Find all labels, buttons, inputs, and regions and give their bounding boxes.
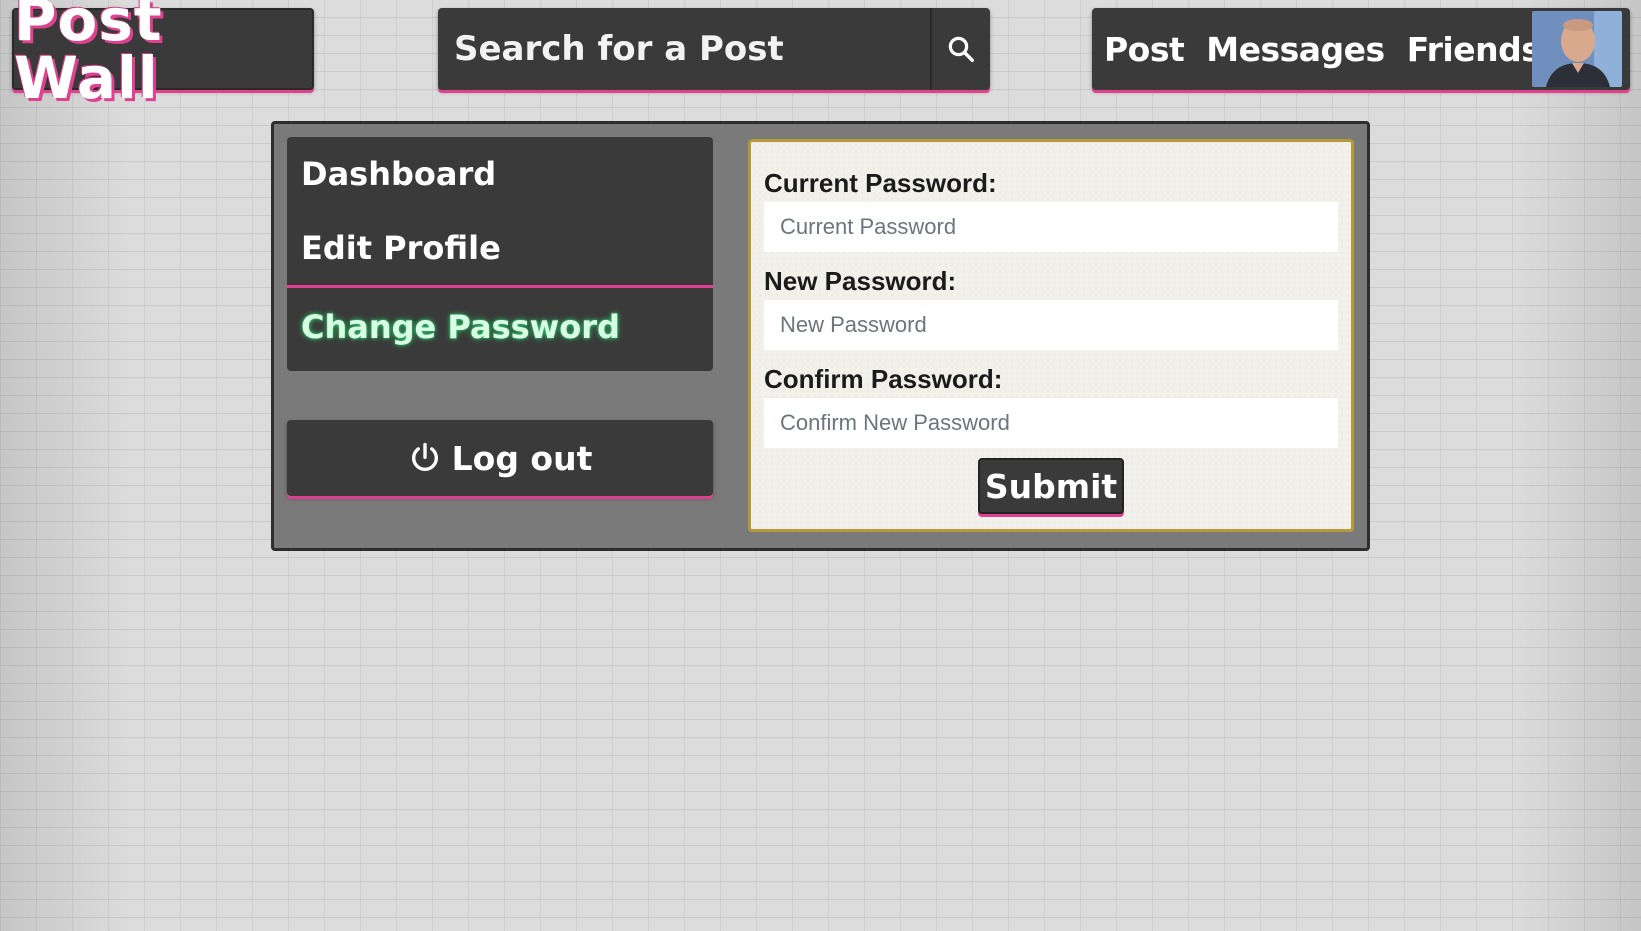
confirm-password-input[interactable] (764, 398, 1338, 448)
new-password-label: New Password: (764, 266, 957, 296)
confirm-password-label: Confirm Password: (764, 364, 1003, 394)
nav-post-link[interactable]: Post (1104, 30, 1185, 69)
search-icon (948, 36, 974, 62)
change-password-form: Current Password: New Password: Confirm … (748, 139, 1354, 532)
avatar[interactable] (1532, 11, 1622, 87)
logout-label: Log out (451, 438, 593, 478)
search-input[interactable] (438, 8, 930, 90)
settings-menu: Dashboard Edit Profile Change Password (287, 137, 713, 371)
logout-button[interactable]: Log out (287, 420, 713, 496)
nav-messages-link[interactable]: Messages (1206, 30, 1385, 69)
menu-item-edit-profile[interactable]: Edit Profile (287, 211, 713, 285)
top-nav: Post Messages Friends (1092, 8, 1630, 90)
search-bar (438, 8, 990, 90)
menu-item-dashboard[interactable]: Dashboard (287, 137, 713, 211)
nav-friends-link[interactable]: Friends (1407, 30, 1541, 69)
site-logo[interactable]: Post Wall (12, 0, 314, 107)
new-password-input[interactable] (764, 300, 1338, 350)
current-password-input[interactable] (764, 202, 1338, 252)
submit-button[interactable]: Submit (978, 458, 1124, 514)
logo-text: Post Wall (14, 0, 163, 112)
settings-panel: Dashboard Edit Profile Change Password L… (271, 121, 1370, 551)
avatar-portrait (1532, 11, 1622, 87)
power-icon (411, 442, 438, 471)
current-password-label: Current Password: (764, 168, 997, 198)
search-button[interactable] (930, 8, 990, 90)
menu-item-change-password[interactable]: Change Password (287, 285, 713, 365)
